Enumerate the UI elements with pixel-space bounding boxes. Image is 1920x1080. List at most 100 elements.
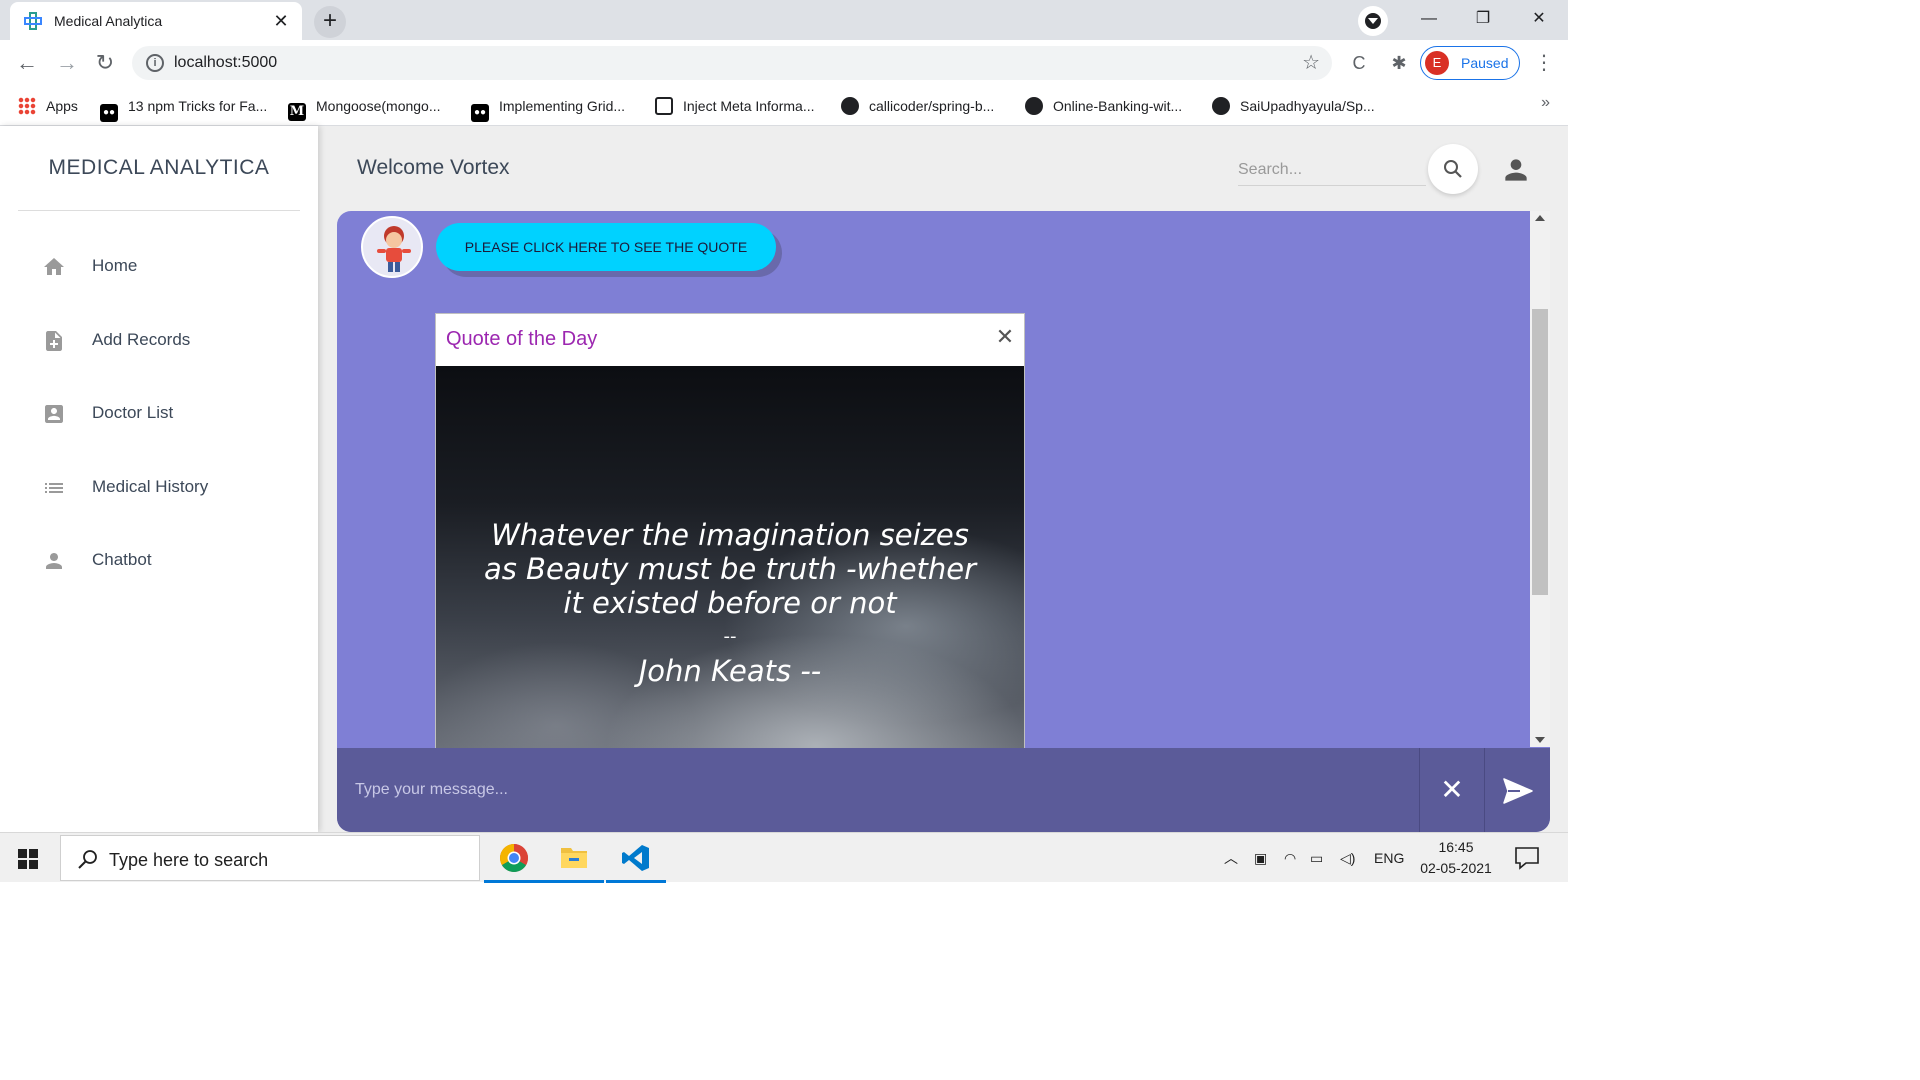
chat-input-bar: ✕	[337, 748, 1550, 832]
volume-icon[interactable]: ◁)	[1340, 847, 1355, 869]
battery-icon[interactable]: ▭	[1310, 847, 1323, 869]
sidebar-item-label: Medical History	[92, 477, 209, 496]
bookmark-star-icon[interactable]: ☆	[1302, 50, 1320, 75]
chrome-icon	[500, 844, 528, 872]
scroll-down-icon[interactable]	[1535, 737, 1545, 743]
home-icon	[44, 258, 64, 275]
new-tab-button[interactable]: +	[314, 6, 346, 38]
user-account-icon[interactable]	[1500, 154, 1532, 186]
tab-close-icon[interactable]: ✕	[270, 10, 292, 32]
browser-tab[interactable]: Medical Analytica ✕	[10, 2, 302, 40]
more-bookmarks-icon[interactable]: »	[1541, 94, 1550, 112]
sidebar-item-label: Doctor List	[92, 403, 174, 422]
scroll-up-icon[interactable]	[1535, 215, 1545, 221]
reload-icon[interactable]: ↻	[90, 48, 120, 78]
search-icon	[78, 850, 97, 869]
tab-strip: Medical Analytica ✕ + — ❐ ✕	[0, 0, 1568, 40]
cartoon-boy-icon	[377, 226, 411, 272]
clock-date: 02-05-2021	[1420, 860, 1492, 876]
bookmark-mongoose[interactable]: M Mongoose(mongo...	[288, 94, 441, 121]
app-content: MEDICAL ANALYTICA Home Add Records Docto…	[0, 126, 1568, 832]
restore-icon[interactable]: ❐	[1460, 6, 1506, 32]
taskbar: Type here to search ︿ ▣ ◠ ▭ ◁) ENG 16:45…	[0, 832, 1568, 883]
clock-time: 16:45	[1438, 839, 1474, 855]
person-icon	[46, 553, 62, 569]
message-input[interactable]	[337, 748, 1419, 832]
bookmark-label: Mongoose(mongo...	[316, 98, 441, 114]
site-info-icon[interactable]: i	[146, 54, 164, 72]
meet-now-icon[interactable]: ▣	[1254, 847, 1267, 869]
bookmark-inject-meta[interactable]: Inject Meta Informa...	[655, 94, 815, 118]
wifi-icon[interactable]: ◠	[1284, 847, 1296, 869]
medium-icon: ●●	[100, 104, 118, 122]
quote-line: as Beauty must be truth -whether	[483, 552, 977, 586]
sidebar-item-add-records[interactable]: Add Records	[30, 315, 300, 365]
quote-text: Whatever the imagination seizes as Beaut…	[436, 518, 1024, 688]
windows-start-button[interactable]	[0, 833, 58, 883]
action-center-icon[interactable]	[1512, 845, 1542, 871]
back-arrow-icon[interactable]: ←	[12, 48, 42, 78]
sidebar-item-home[interactable]: Home	[30, 241, 300, 291]
medium-m-icon: M	[288, 103, 306, 121]
github-icon	[841, 97, 859, 115]
taskbar-chrome[interactable]	[484, 833, 544, 883]
tab-search-icon[interactable]	[1358, 6, 1388, 36]
send-icon	[1503, 778, 1533, 804]
clear-message-button[interactable]: ✕	[1420, 748, 1484, 832]
sidebar-item-doctor-list[interactable]: Doctor List	[30, 388, 300, 438]
show-quote-button[interactable]: PLEASE CLICK HERE TO SEE THE QUOTE	[436, 223, 776, 271]
brand-title: MEDICAL ANALYTICA	[48, 156, 270, 179]
search-icon	[1444, 160, 1462, 178]
folder-icon	[561, 848, 587, 868]
github-icon	[1212, 97, 1230, 115]
chat-window[interactable]: PLEASE CLICK HERE TO SEE THE QUOTE Quote…	[337, 211, 1550, 832]
browser-menu-icon[interactable]: ⋮	[1534, 50, 1554, 76]
github-icon	[1025, 97, 1043, 115]
bookmark-label: Online-Banking-wit...	[1053, 98, 1183, 114]
browser-frame: Medical Analytica ✕ + — ❐ ✕ ← → ↻ i loca…	[0, 0, 1568, 126]
sidebar-item-chatbot[interactable]: Chatbot	[30, 535, 300, 585]
bookmark-grid[interactable]: ●● Implementing Grid...	[471, 94, 625, 122]
medium-icon: ●●	[471, 104, 489, 122]
puzzle-extensions-icon[interactable]: ✱	[1386, 50, 1412, 76]
taskbar-search-box[interactable]: Type here to search	[60, 835, 480, 881]
sidebar-item-medical-history[interactable]: Medical History	[30, 462, 300, 512]
forward-arrow-icon[interactable]: →	[52, 48, 82, 78]
bookmark-label: 13 npm Tricks for Fa...	[128, 98, 268, 114]
taskbar-file-explorer[interactable]	[544, 833, 604, 883]
profile-status: Paused	[1461, 55, 1509, 71]
bookmark-saiupadhyayula[interactable]: SaiUpadhyayula/Sp...	[1212, 94, 1375, 118]
taskbar-search-placeholder: Type here to search	[109, 850, 269, 870]
page-title: Welcome Vortex	[357, 156, 510, 179]
profile-button[interactable]: E Paused	[1420, 46, 1520, 80]
add-document-icon	[46, 331, 62, 351]
bookmark-callicoder[interactable]: callicoder/spring-b...	[841, 94, 994, 118]
input-language[interactable]: ENG	[1374, 847, 1404, 869]
window-close-icon[interactable]: ✕	[1516, 6, 1562, 32]
send-button[interactable]	[1485, 748, 1550, 832]
list-icon	[45, 483, 63, 493]
address-bar[interactable]: i localhost:5000 ☆	[132, 46, 1332, 80]
scrollbar-thumb[interactable]	[1532, 309, 1548, 595]
vscode-icon	[622, 845, 649, 871]
medical-cross-favicon-icon	[24, 12, 42, 30]
bookmarks-bar: Apps ●● 13 npm Tricks for Fa... M Mongoose…	[0, 86, 1568, 126]
divider	[18, 210, 300, 211]
quote-dash: --	[723, 626, 737, 647]
search-input[interactable]	[1238, 154, 1426, 186]
show-hidden-icons-icon[interactable]: ︿	[1224, 847, 1238, 869]
windows-logo-icon	[18, 849, 38, 869]
chat-scrollbar[interactable]	[1530, 211, 1550, 747]
extension-c-icon[interactable]: C	[1346, 50, 1372, 76]
minimize-icon[interactable]: —	[1406, 6, 1452, 32]
url-text[interactable]: localhost:5000	[174, 54, 277, 72]
bookmark-apps[interactable]: Apps	[18, 94, 78, 118]
bookmark-online-banking[interactable]: Online-Banking-wit...	[1025, 94, 1182, 118]
sidebar-item-label: Add Records	[92, 330, 191, 349]
browser-toolbar: ← → ↻ i localhost:5000 ☆ C ✱ E Paused ⋮	[0, 40, 1568, 86]
bookmark-npm-tricks[interactable]: ●● 13 npm Tricks for Fa...	[100, 94, 268, 122]
modal-close-icon[interactable]: ✕	[994, 326, 1016, 348]
taskbar-vscode[interactable]	[606, 833, 666, 883]
system-clock[interactable]: 16:45 02-05-2021	[1414, 837, 1498, 879]
search-button[interactable]	[1428, 144, 1478, 194]
